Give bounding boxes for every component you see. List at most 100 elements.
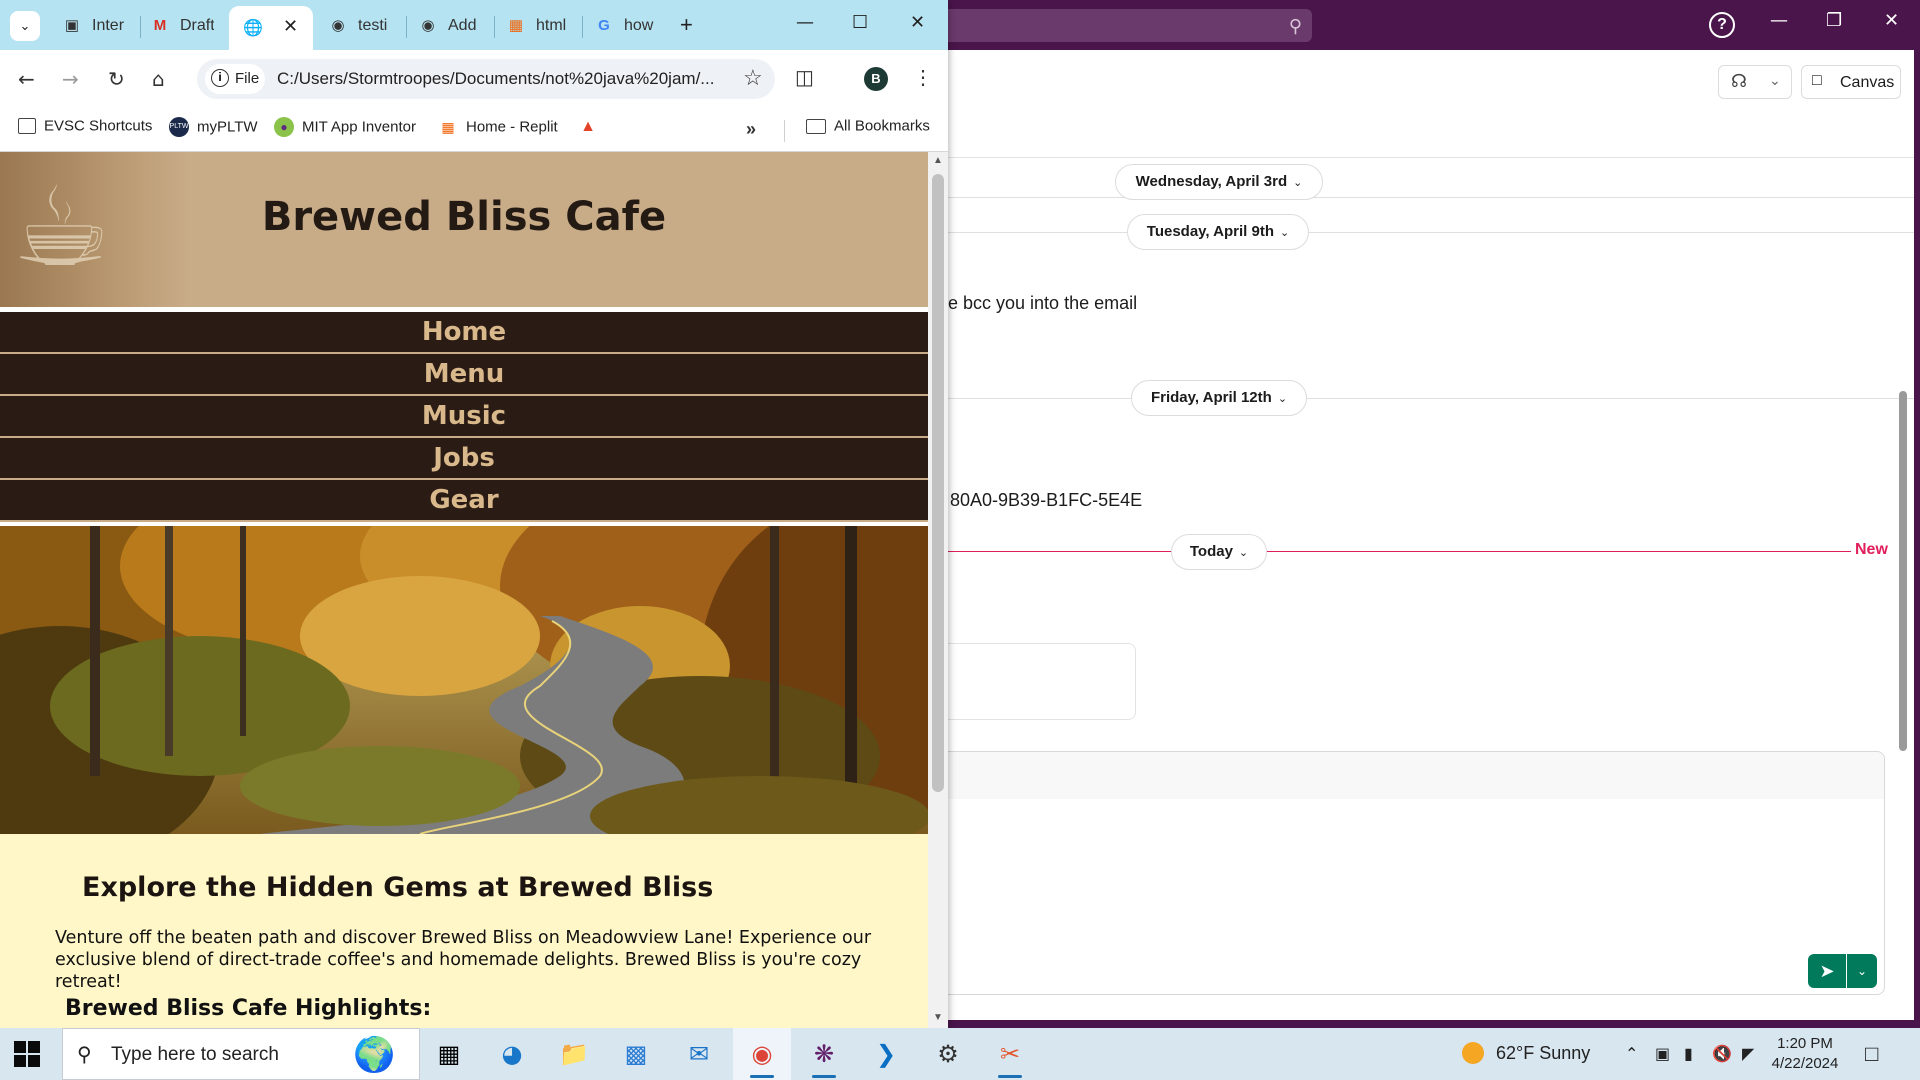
chevron-up-icon[interactable]: ⌃	[1625, 1044, 1638, 1063]
tab[interactable]: ◉ testi	[328, 9, 414, 45]
tab-separator	[494, 16, 495, 38]
tab-active[interactable]: 🌐 ✕	[229, 6, 313, 50]
minimize-icon[interactable]: —	[1770, 10, 1788, 31]
settings-icon[interactable]: ⚙	[919, 1028, 977, 1080]
date-pill[interactable]: Tuesday, April 9th ⌄	[1127, 214, 1309, 250]
restore-icon[interactable]: ❐	[1826, 10, 1842, 31]
tab[interactable]: ▣ Inter	[62, 9, 148, 45]
bookmark-home-replit[interactable]: ▦ Home - Replit	[438, 117, 557, 141]
date-pill-today[interactable]: Today ⌄	[1171, 534, 1267, 570]
chrome-window: ⌄ ▣ Inter M Draft 🌐 ✕ ◉ testi ◉ Add ▦ ht…	[0, 0, 948, 1028]
message-composer[interactable]: ➤ ⌄	[938, 751, 1885, 995]
chevron-down-icon: ⌄	[19, 18, 31, 33]
vscode-icon[interactable]: ❯	[857, 1028, 915, 1080]
nav-gear[interactable]: Gear	[0, 480, 928, 522]
wifi-icon[interactable]: ◤	[1742, 1044, 1754, 1063]
tab-separator	[582, 16, 583, 38]
slack-icon[interactable]: ❋	[795, 1028, 853, 1080]
canvas-button[interactable]: □ Canvas	[1801, 65, 1901, 99]
notifications-icon[interactable]: □	[1865, 1041, 1878, 1067]
battery-icon[interactable]: ▮	[1684, 1044, 1693, 1063]
windows-start-icon[interactable]	[14, 1041, 40, 1067]
star-icon[interactable]: ☆	[743, 65, 763, 91]
date-pill[interactable]: Friday, April 12th ⌄	[1131, 380, 1307, 416]
globe-icon: 🌍	[353, 1036, 396, 1074]
browser-toolbar: ← → ↻ ⌂ i File C:/Users/Stormtroopes/Doc…	[0, 50, 948, 108]
profile-avatar[interactable]: B	[864, 67, 888, 91]
close-tab-icon[interactable]: ✕	[283, 16, 298, 37]
back-icon[interactable]: ←	[18, 67, 35, 91]
extensions-icon[interactable]: ◫	[795, 65, 814, 90]
bookmark-mypltw[interactable]: PLTW myPLTW	[169, 117, 258, 141]
microsoft-store-icon[interactable]: ▩	[607, 1028, 665, 1080]
edge-icon[interactable]: ◕	[483, 1028, 541, 1080]
mail-icon[interactable]: ✉	[670, 1028, 728, 1080]
globe-icon: 🌐	[243, 20, 263, 37]
gitlab-icon: ▲	[580, 118, 596, 135]
bookmark-gitlab[interactable]: ▲	[578, 117, 606, 141]
weather-widget[interactable]: 62°F Sunny	[1462, 1042, 1590, 1065]
hero-image-autumn-road	[0, 526, 928, 834]
page-scrollbar[interactable]: ▲ ▼	[928, 152, 948, 1028]
nav-jobs[interactable]: Jobs	[0, 438, 928, 480]
huddle-button[interactable]: ☊ ⌄	[1718, 65, 1792, 99]
new-tab-button[interactable]: +	[680, 12, 693, 38]
task-view-icon[interactable]: ▦	[420, 1028, 478, 1080]
forward-icon[interactable]: →	[62, 67, 79, 91]
tab-strip: ⌄ ▣ Inter M Draft 🌐 ✕ ◉ testi ◉ Add ▦ ht…	[0, 0, 948, 50]
search-icon: ⚲	[77, 1044, 92, 1066]
slack-search-bar[interactable]: ⚲	[940, 9, 1312, 42]
site-header: ☕ Brewed Bliss Cafe	[0, 152, 928, 307]
nav-menu[interactable]: Menu	[0, 354, 928, 396]
more-menu-icon[interactable]: ⋮	[913, 65, 933, 90]
site-nav: Home Menu Music Jobs Gear	[0, 312, 928, 522]
bookmark-mit-app-inventor[interactable]: ● MIT App Inventor	[274, 117, 416, 141]
bookmarks-bar: EVSC Shortcuts PLTW myPLTW ● MIT App Inven…	[0, 108, 948, 152]
address-bar[interactable]: i File C:/Users/Stormtroopes/Documents/n…	[197, 59, 775, 99]
google-icon: G	[598, 17, 610, 34]
maximize-icon[interactable]: ☐	[852, 12, 868, 33]
tab[interactable]: G how	[594, 9, 680, 45]
scroll-down-icon[interactable]: ▼	[933, 1012, 943, 1023]
message-text: 80A0-9B39-B1FC-5E4E	[950, 490, 1143, 510]
system-clock[interactable]: 1:20 PM 4/22/2024	[1765, 1034, 1845, 1074]
date-divider	[948, 232, 1914, 233]
all-bookmarks-button[interactable]: All Bookmarks	[806, 117, 930, 141]
bookmark-evsc-shortcuts[interactable]: EVSC Shortcuts	[18, 117, 152, 141]
canvas-label: Canvas	[1840, 74, 1895, 91]
slack-scrollbar[interactable]	[1899, 391, 1907, 751]
explore-heading: Explore the Hidden Gems at Brewed Bliss	[82, 872, 714, 903]
send-options-button[interactable]: ⌄	[1847, 954, 1877, 988]
close-icon[interactable]: ✕	[1884, 10, 1899, 31]
file-explorer-icon[interactable]: 📁	[545, 1028, 603, 1080]
scroll-up-icon[interactable]: ▲	[933, 155, 943, 166]
meet-now-icon[interactable]: ▣	[1655, 1044, 1670, 1063]
help-icon[interactable]: ?	[1709, 12, 1735, 38]
bookmarks-overflow-icon[interactable]: »	[746, 119, 756, 140]
tab-label: Add	[448, 17, 477, 34]
tab[interactable]: M Draft	[150, 9, 236, 45]
scrollbar-thumb[interactable]	[932, 174, 944, 792]
pltw-icon: PLTW	[169, 117, 189, 137]
close-icon[interactable]: ✕	[910, 12, 925, 33]
snipping-tool-icon[interactable]: ✂	[981, 1028, 1039, 1080]
home-icon[interactable]: ⌂	[152, 67, 165, 91]
search-placeholder: Type here to search	[111, 1044, 279, 1065]
date-pill[interactable]: Wednesday, April 3rd ⌄	[1115, 164, 1323, 200]
tab-search-button[interactable]: ⌄	[10, 11, 40, 41]
nav-home[interactable]: Home	[0, 312, 928, 354]
url-text[interactable]: C:/Users/Stormtroopes/Documents/not%20ja…	[277, 69, 737, 89]
site-info-chip[interactable]: i File	[205, 64, 265, 94]
date-divider	[948, 398, 1914, 399]
explore-paragraph: Venture off the beaten path and discover…	[55, 928, 872, 992]
volume-muted-icon[interactable]: 🔇	[1712, 1044, 1732, 1063]
send-button[interactable]: ➤	[1808, 954, 1846, 988]
chrome-icon[interactable]: ◉	[733, 1028, 791, 1080]
attachment-card[interactable]	[938, 643, 1136, 720]
minimize-icon[interactable]: —	[796, 12, 814, 33]
tab[interactable]: ▦ html	[506, 9, 592, 45]
tab[interactable]: ◉ Add	[418, 9, 504, 45]
taskbar-search-box[interactable]: ⚲ Type here to search 🌍	[62, 1028, 420, 1080]
nav-music[interactable]: Music	[0, 396, 928, 438]
reload-icon[interactable]: ↻	[108, 67, 125, 91]
